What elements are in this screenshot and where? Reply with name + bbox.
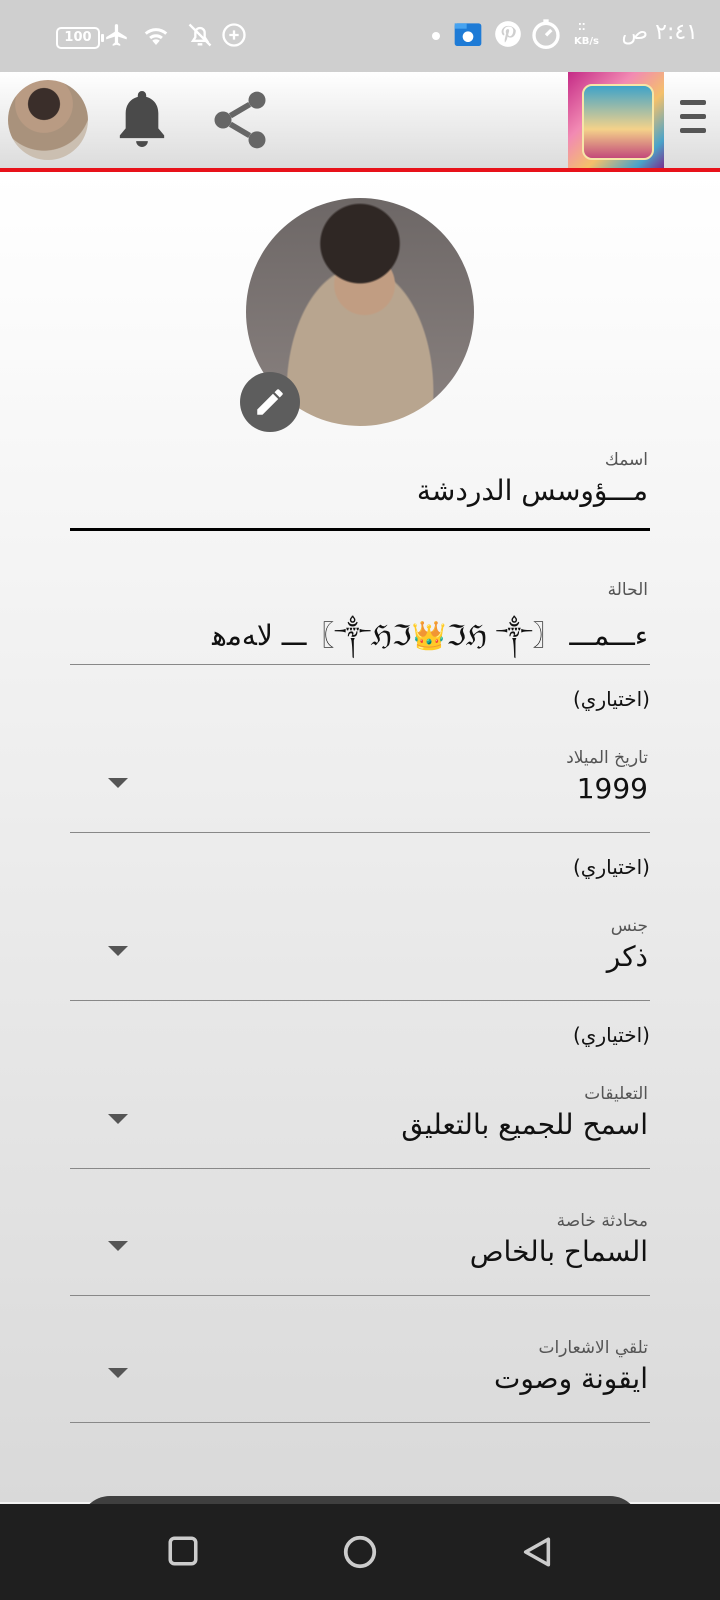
notifications-value: ايقونة وصوت bbox=[493, 1362, 648, 1395]
profile-form: اسمك مـــؤوسس الدردشة الحالة ءـــمـــ 〖༒… bbox=[0, 172, 720, 1502]
notification-dot bbox=[432, 32, 440, 40]
chevron-down-icon bbox=[108, 946, 128, 956]
birthdate-hint: (اختياري) bbox=[572, 855, 650, 879]
pencil-icon bbox=[257, 389, 283, 415]
name-input[interactable]: مـــؤوسس الدردشة bbox=[70, 474, 650, 507]
banner-artwork bbox=[582, 84, 654, 160]
battery-level: 100 bbox=[64, 30, 92, 45]
status-bar: 100 ⁚⁚ KB/s ٢:٤١ ص bbox=[0, 0, 720, 72]
name-label: اسمك bbox=[604, 450, 648, 470]
bell-icon[interactable] bbox=[114, 86, 170, 152]
notifications-underline bbox=[70, 1422, 650, 1423]
edit-photo-button[interactable] bbox=[240, 372, 300, 432]
status-field[interactable]: الحالة ءـــمـــ 〖༒ℌℑ👑ℑℌ ༒〗ـــ ﻻﻪﻣﻫ bbox=[70, 580, 650, 665]
menu-bar bbox=[680, 100, 706, 105]
notifications-label: تلقي الاشعارات bbox=[538, 1338, 648, 1358]
comments-underline bbox=[70, 1168, 650, 1169]
private-chat-value: السماح بالخاص bbox=[469, 1235, 648, 1268]
file-manager-icon bbox=[454, 23, 482, 46]
menu-icon[interactable] bbox=[680, 100, 706, 142]
recents-icon[interactable] bbox=[166, 1534, 200, 1568]
chevron-down-icon bbox=[108, 778, 128, 788]
gender-label: جنس bbox=[610, 916, 648, 936]
birthdate-label: تاريخ الميلاد bbox=[566, 748, 648, 768]
private-chat-dropdown[interactable]: محادثة خاصة السماح بالخاص bbox=[70, 1211, 650, 1296]
user-avatar[interactable] bbox=[8, 80, 88, 160]
mute-bell-icon bbox=[188, 23, 212, 47]
status-underline bbox=[70, 664, 650, 665]
app-bar bbox=[0, 72, 720, 172]
airplane-icon bbox=[106, 24, 127, 46]
banner-image[interactable] bbox=[568, 72, 664, 168]
system-nav-bar bbox=[0, 1504, 720, 1600]
menu-bar bbox=[680, 114, 706, 119]
menu-bar bbox=[680, 128, 706, 133]
name-field[interactable]: اسمك مـــؤوسس الدردشة bbox=[70, 450, 650, 534]
network-speed-value: ⁚⁚ bbox=[578, 22, 586, 33]
home-icon[interactable] bbox=[342, 1534, 378, 1570]
clock: ٢:٤١ ص bbox=[621, 20, 698, 45]
back-icon[interactable] bbox=[520, 1534, 554, 1570]
status-label: الحالة bbox=[607, 580, 648, 600]
gender-hint: (اختياري) bbox=[572, 1023, 650, 1047]
network-speed-unit: KB/s bbox=[574, 36, 599, 47]
notifications-dropdown[interactable]: تلقي الاشعارات ايقونة وصوت bbox=[70, 1338, 650, 1423]
share-icon[interactable] bbox=[206, 84, 274, 156]
battery-icon: 100 bbox=[56, 27, 104, 49]
comments-value: اسمح للجميع بالتعليق bbox=[401, 1108, 648, 1141]
gender-underline bbox=[70, 1000, 650, 1001]
status-hint: (اختياري) bbox=[572, 687, 650, 711]
gender-dropdown[interactable]: جنس ذكر bbox=[70, 916, 650, 1001]
birthdate-underline bbox=[70, 832, 650, 833]
comments-dropdown[interactable]: التعليقات اسمح للجميع بالتعليق bbox=[70, 1084, 650, 1169]
birthdate-value: 1999 bbox=[576, 772, 648, 805]
chevron-down-icon bbox=[108, 1114, 128, 1124]
chevron-down-icon bbox=[108, 1368, 128, 1378]
timer-icon bbox=[532, 19, 560, 49]
pinterest-icon bbox=[495, 21, 521, 47]
comments-label: التعليقات bbox=[584, 1084, 648, 1104]
chevron-down-icon bbox=[108, 1241, 128, 1251]
status-input[interactable]: ءـــمـــ 〖༒ℌℑ👑ℑℌ ༒〗ـــ ﻻﻪﻣﻫ bbox=[70, 604, 650, 683]
data-saver-icon bbox=[222, 23, 246, 47]
gender-value: ذكر bbox=[606, 940, 648, 973]
birthdate-dropdown[interactable]: تاريخ الميلاد 1999 bbox=[70, 748, 650, 833]
private-chat-underline bbox=[70, 1295, 650, 1296]
private-chat-label: محادثة خاصة bbox=[556, 1211, 648, 1231]
wifi-icon bbox=[144, 28, 168, 45]
name-underline bbox=[70, 528, 650, 531]
